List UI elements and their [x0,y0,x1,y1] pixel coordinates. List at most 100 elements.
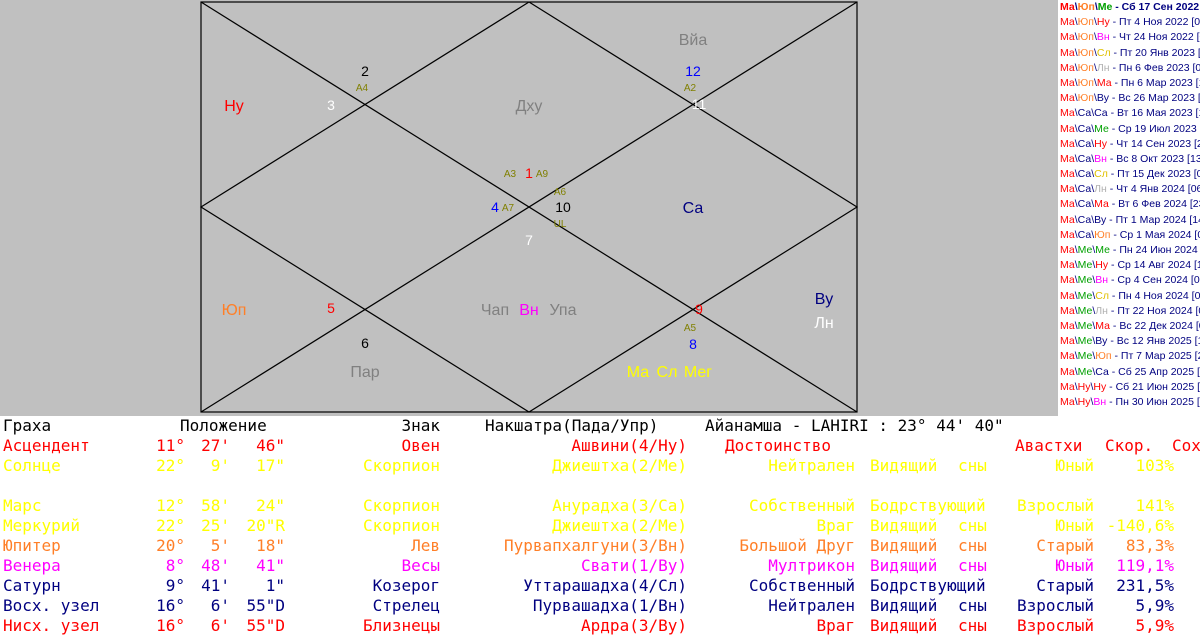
dasha-row[interactable]: Ма\Юп\Ма - Пн 6 Мар 2023 [1 [1058,76,1200,91]
cell-dig: Нейтрален [768,456,855,475]
cell-dig: Мултрикон [768,556,855,575]
dasha-p3: Юп [1094,228,1111,241]
dasha-p2: Са [1077,152,1092,165]
dasha-row[interactable]: Ма\Са\Лн - Чт 4 Янв 2024 [06 [1058,182,1200,197]
cell-av1: Видящий [870,516,938,535]
planet-sl: Сл [657,364,678,381]
table-row: Меркурий 22° 25' 20"R Скорпион Джиештха(2/Ме)… [0,516,1200,536]
cell-min: 48' [201,556,230,575]
planet-table: Граха Положение Знак Накшатра(Пада/Упр) … [0,416,1200,636]
dasha-row[interactable]: Ма\Ну\Вн - Пн 30 Июн 2025 [0 [1058,395,1200,410]
cell-av3: Взрослый [1016,496,1094,515]
house-2-number: 2 [361,63,369,79]
dasha-p3: Ме [1094,122,1109,135]
dasha-p1: Ма [1060,183,1075,196]
cell-name: Марс [3,496,42,515]
cell-name: Венера [3,556,61,575]
dasha-row[interactable]: Ма\Юп\Сл - Пт 20 Янв 2023 [0 [1058,46,1200,61]
cell-sec: 17" [256,456,285,475]
cell-dig: Враг [816,516,855,535]
dasha-rest: - Чт 24 Ноя 2022 [0 [1109,31,1200,44]
cell-nak: Джиештха(2/Ме) [552,456,687,475]
dasha-row[interactable]: Ма\Са\Вн - Вс 8 Окт 2023 [13 [1058,152,1200,167]
cell-min: 41' [201,576,230,595]
cell-sign: Стрелец [372,596,440,615]
planet-ma: Ма [627,364,650,381]
table-row: Сатурн 9° 41' 1" Козерог Уттарашадха(4/Сл) Соб… [0,576,1200,596]
dasha-row[interactable]: Ма\Ме\Юп - Пт 7 Мар 2025 [2 [1058,349,1200,364]
dasha-row[interactable]: Ма\Юп\Ну - Пт 4 Ноя 2022 [0 [1058,15,1200,30]
table-row: Луна 17° 58' 12" Стрелец Пурвашадха(2/Вн) Враг… [0,476,1200,496]
subheader-dignity: Достоинство [725,436,831,455]
dasha-row[interactable]: Ма\Ме\Ма - Вс 22 Дек 2024 [0 [1058,319,1200,334]
dasha-rest: - Вс 8 Окт 2023 [13 [1106,152,1200,165]
dasha-row[interactable]: Ма\Юп\Вн - Чт 24 Ноя 2022 [0 [1058,30,1200,45]
dasha-row[interactable]: Ма\Юп\Лн - Пн 6 Фев 2023 [0 [1058,61,1200,76]
cell-min: 58' [201,476,230,495]
aspect-ul: UL [554,219,567,230]
dasha-rest: - Вс 26 Мар 2023 [0 [1109,92,1200,105]
dasha-rest: - Пн 6 Фев 2023 [0 [1109,61,1200,74]
cell-sec: 41" [256,556,285,575]
dasha-row[interactable]: Ма\Ме\Ме - Пн 24 Июн 2024 [1 [1058,243,1200,258]
cell-nak: Пурвапхалгуни(3/Вн) [503,536,687,555]
dasha-p3: Ву [1095,335,1108,348]
dasha-row[interactable]: Ма\Са\Ну - Чт 14 Сен 2023 [2 [1058,137,1200,152]
dasha-row[interactable]: Ма\Ме\Ву - Вс 12 Янв 2025 [1 [1058,334,1200,349]
dasha-rest: - Пт 4 Ноя 2022 [0 [1109,16,1200,29]
subheader-speed: Скор. [1105,436,1154,455]
cell-sign: Скорпион [362,516,440,535]
dasha-row[interactable]: Ма\Юп\Ву - Вс 26 Мар 2023 [0 [1058,91,1200,106]
dasha-row[interactable]: Ма\Са\Юп - Ср 1 Мая 2024 [0 [1058,228,1200,243]
cell-deg: 17° [156,476,185,495]
dasha-row[interactable]: Ма\Са\Ме - Ср 19 Июл 2023 [1 [1058,122,1200,137]
dasha-rest: - Сб 21 Июн 2025 [1 [1106,380,1200,393]
dasha-row[interactable]: Ма\Са\Ву - Пт 1 Мар 2024 [14 [1058,213,1200,228]
dasha-p2: Ме [1077,244,1093,256]
dasha-p1: Ма [1060,319,1075,332]
table-body: Асцендент 11° 27' 46" Овен Ашвини(4/Ну) Достои… [0,436,1200,636]
cell-sec: 55"D [246,616,285,635]
dasha-p3: Сл [1094,168,1108,181]
dasha-p2: Са [1077,137,1092,150]
dasha-row[interactable]: Ма\Ме\Ну - Ср 14 Авг 2024 [1 [1058,258,1200,273]
dasha-row[interactable]: Ма\Са\Сл - Пт 15 Дек 2023 [0 [1058,167,1200,182]
dasha-row[interactable]: Ма\Са\Ма - Вт 6 Фев 2024 [23 [1058,197,1200,212]
dasha-p3: Ма [1095,319,1110,332]
dasha-row[interactable]: Ма\Ме\Вн - Ср 4 Сен 2024 [0 [1058,273,1200,288]
dasha-p1: Ма [1060,198,1075,211]
dasha-p2: Ме [1077,350,1093,363]
cell-sign: Скорпион [362,496,440,515]
dasha-rest: - Ср 19 Июл 2023 [1 [1108,122,1200,135]
dasha-p1: Ма [1060,380,1075,393]
dasha-row[interactable]: Ма\Са\Са - Вт 16 Мая 2023 [1 [1058,106,1200,121]
dasha-list[interactable]: Ма\Юп\Ме - Сб 17 Сен 2022 Ма\Юп\Ну - Пт 4… [1058,0,1200,416]
aspect-a9: A9 [536,169,549,180]
dasha-p2: Юп [1077,92,1094,105]
dasha-row[interactable]: Ма\Ну\Ну - Сб 21 Июн 2025 [1 [1058,380,1200,395]
cell-nak: Уттарашадха(4/Сл) [523,576,687,595]
house-3-number: 3 [327,97,335,113]
dasha-row[interactable]: Ма\Ме\Са - Сб 25 Апр 2025 [0 [1058,365,1200,380]
dasha-rest: - Пт 22 Ноя 2024 [0 [1107,304,1200,317]
cell-av1: Видящий [870,456,938,475]
dasha-p1: Ма [1060,122,1075,135]
aspect-a7: A7 [502,203,515,214]
aspect-a5: A5 [684,323,697,334]
cell-av2: сны [958,476,987,495]
dasha-row[interactable]: Ма\Юп\Ме - Сб 17 Сен 2022 [1058,0,1200,15]
cell-name: Восх. узел [3,596,100,615]
cell-name: Юпитер [3,536,61,555]
cell-av3: Юный [1055,516,1094,535]
dasha-row[interactable]: Ма\Ме\Сл - Пн 4 Ноя 2024 [0 [1058,289,1200,304]
planet-vu: Ву [815,291,834,308]
planet-chap: Чап [481,302,509,319]
dasha-p1: Ма [1060,274,1075,287]
dasha-rest: - Вс 12 Янв 2025 [1 [1107,335,1200,348]
cell-nak: Пурвашадха(1/Вн) [532,596,687,615]
cell-sec: 18" [256,536,285,555]
dasha-row[interactable]: Ма\Ме\Лн - Пт 22 Ноя 2024 [0 [1058,304,1200,319]
dasha-p1: Ма [1060,213,1075,226]
dasha-p3: Ву [1094,213,1107,226]
table-row: Солнце 22° 9' 17" Скорпион Джиештха(2/Ме) Нейт… [0,456,1200,476]
